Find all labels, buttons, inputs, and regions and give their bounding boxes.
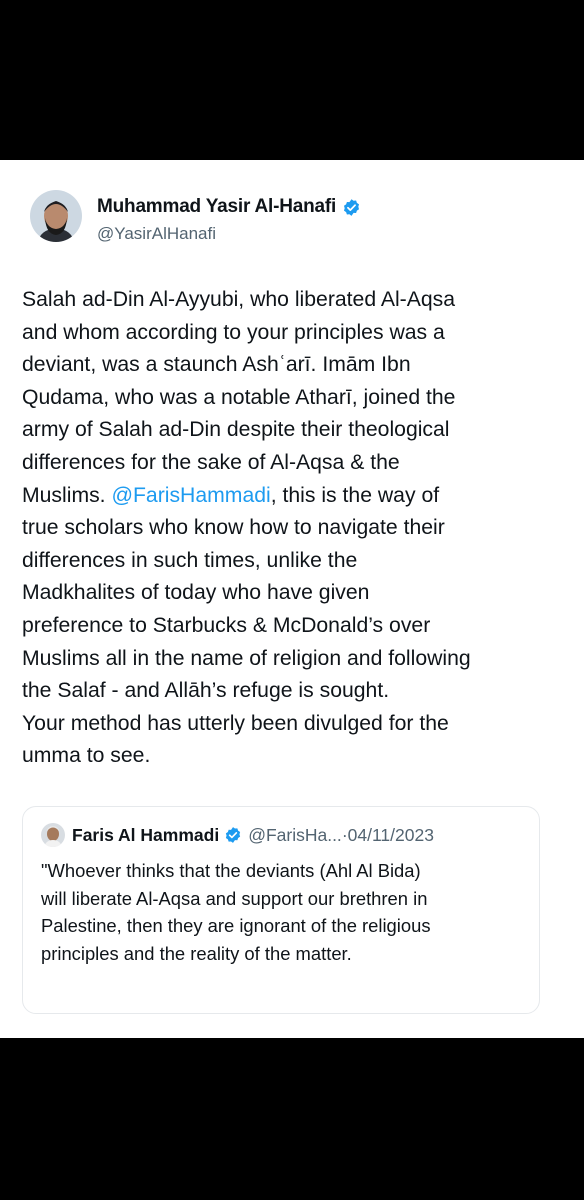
verified-badge-icon: [226, 827, 241, 843]
author-handle[interactable]: @YasirAlHanafi: [97, 224, 216, 244]
author-avatar[interactable]: [30, 190, 82, 242]
tweet-text: Salah ad-Din Al-Ayyubi, who liberated Al…: [22, 284, 572, 773]
tweet-line: and whom according to your principles wa…: [22, 320, 445, 344]
quoted-author-handle[interactable]: @FarisHa...: [248, 825, 342, 846]
tweet-line: umma to see.: [22, 744, 151, 768]
quoted-author-name[interactable]: Faris Al Hammadi: [72, 825, 219, 846]
tweet-line: deviant, was a staunch Ashʿarī. Imām Ibn: [22, 353, 411, 377]
mention-link[interactable]: @FarisHammadi: [111, 484, 270, 507]
quoted-tweet-header: Faris Al Hammadi @FarisHa... · 04/11/202…: [41, 823, 434, 847]
quoted-tweet[interactable]: Faris Al Hammadi @FarisHa... · 04/11/202…: [22, 806, 540, 1014]
quoted-line: will liberate Al-Aqsa and support our br…: [41, 887, 428, 909]
tweet-line: true scholars who know how to navigate t…: [22, 516, 445, 540]
tweet-line: Muslims. @FarisHammadi, this is the way …: [22, 483, 440, 507]
quoted-line: "Whoever thinks that the deviants (Ahl A…: [41, 860, 421, 881]
avatar-image: [30, 190, 82, 242]
quoted-avatar-image: [41, 823, 65, 847]
tweet-line: Muslims all in the name of religion and …: [22, 646, 471, 670]
tweet-line: Qudama, who was a notable Atharī, joined…: [22, 385, 456, 409]
quoted-tweet-date[interactable]: 04/11/2023: [348, 825, 434, 846]
tweet-line: the Salaf - and Allāh’s refuge is sought…: [22, 679, 390, 703]
author-display-name[interactable]: Muhammad Yasir Al-Hanafi: [97, 196, 336, 218]
tweet-line: Your method has utterly been divulged fo…: [22, 711, 449, 735]
tweet-line: differences for the sake of Al-Aqsa & th…: [22, 450, 400, 474]
quoted-line: Palestine, then they are ignorant of the…: [41, 915, 431, 936]
tweet-line: Madkhalites of today who have given: [22, 581, 370, 605]
quoted-tweet-text: "Whoever thinks that the deviants (Ahl A…: [41, 857, 529, 967]
tweet-line: differences in such times, unlike the: [22, 548, 358, 572]
tweet-line: preference to Starbucks & McDonald’s ove…: [22, 613, 431, 637]
tweet-card: Muhammad Yasir Al-Hanafi @YasirAlHanafi …: [0, 160, 584, 1038]
tweet-line: Salah ad-Din Al-Ayyubi, who liberated Al…: [22, 288, 456, 311]
quoted-line: principles and the reality of the matter…: [41, 942, 352, 964]
author-name-row: Muhammad Yasir Al-Hanafi: [97, 196, 361, 218]
verified-badge-icon: [344, 198, 360, 216]
tweet-line: army of Salah ad-Din despite their theol…: [22, 418, 450, 442]
quoted-author-avatar[interactable]: [41, 823, 65, 847]
